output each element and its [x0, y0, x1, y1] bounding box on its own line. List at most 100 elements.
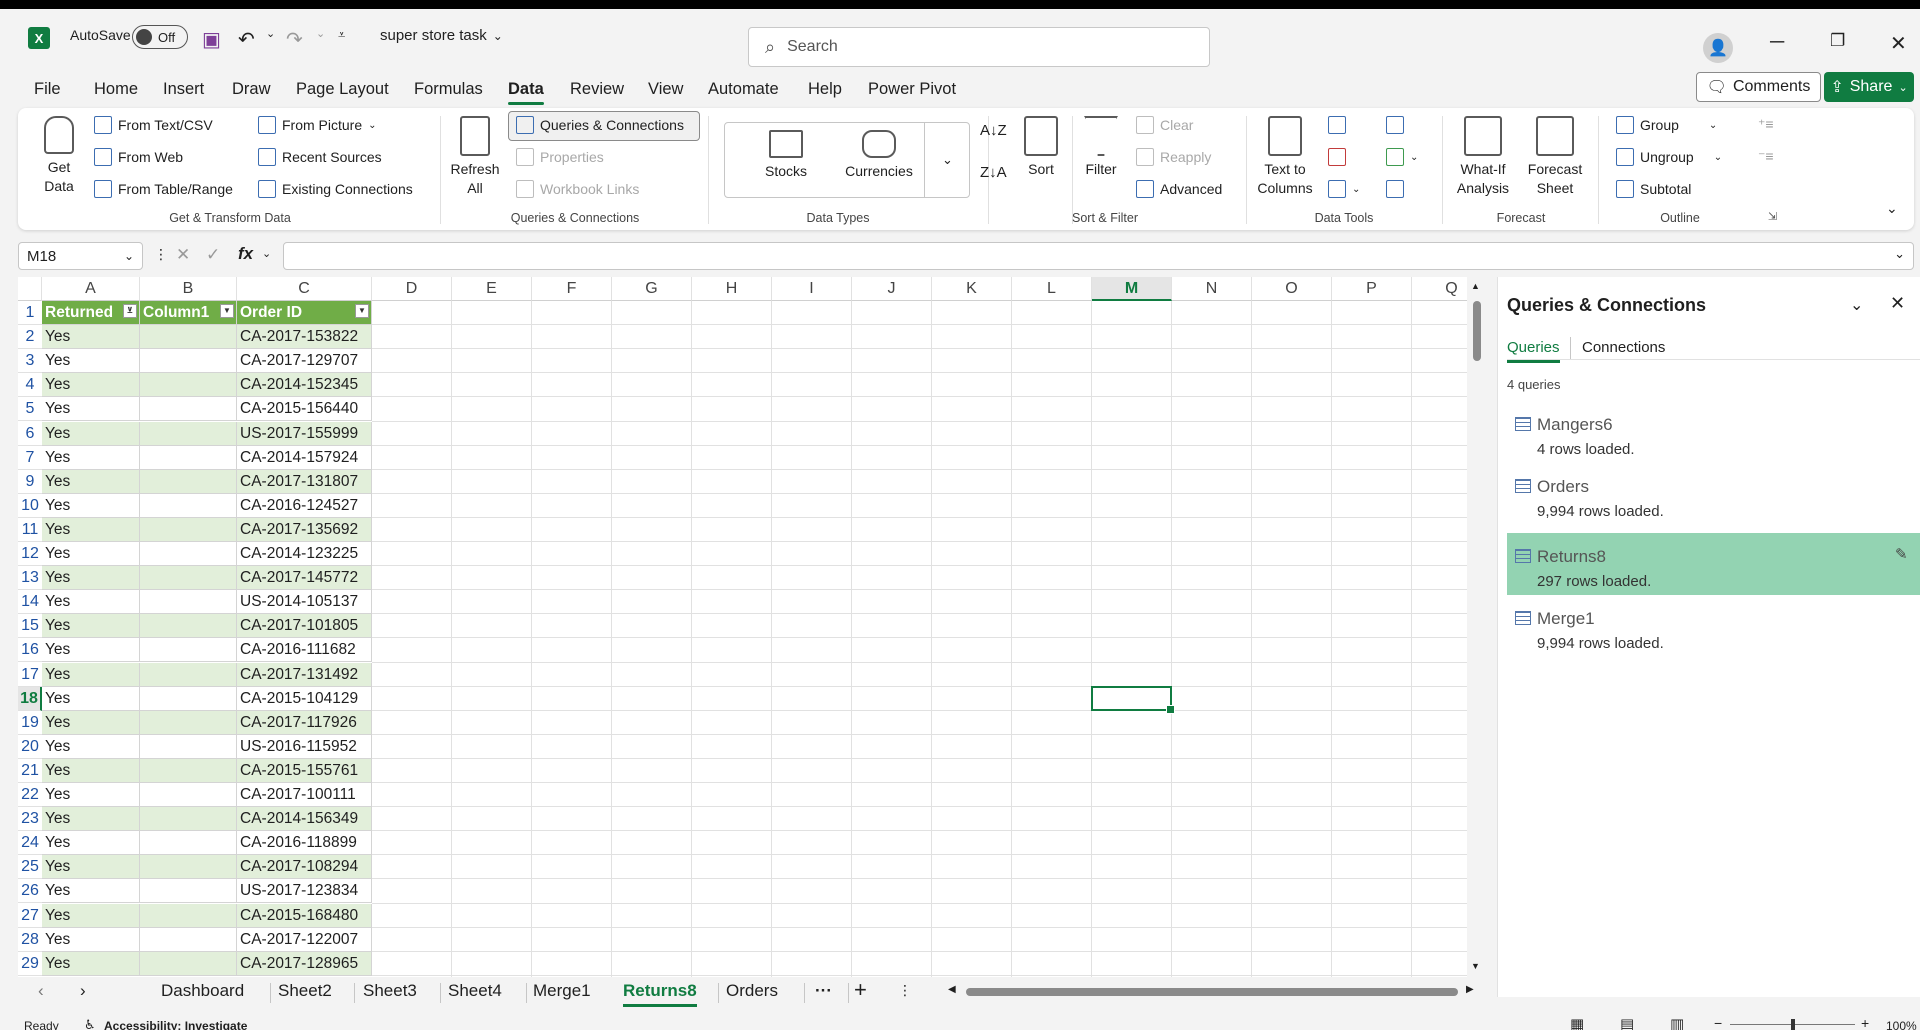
column-header-o[interactable]: O — [1252, 277, 1332, 301]
close-icon[interactable]: ✕ — [1890, 31, 1907, 56]
row-header-28[interactable]: 28 — [18, 928, 42, 952]
name-box[interactable]: M18 ⌄ — [18, 242, 143, 270]
row-header-23[interactable]: 23 — [18, 807, 42, 832]
table-cell[interactable]: CA-2016-124527 — [237, 493, 372, 518]
table-cell[interactable] — [140, 903, 237, 928]
row-header-29[interactable]: 29 — [18, 952, 42, 976]
sort-a-z-icon[interactable]: A↓Z — [980, 122, 1007, 139]
tab-view[interactable]: View — [648, 80, 683, 99]
filter-button[interactable]: Filter — [1078, 116, 1124, 179]
expand-formula-bar-icon[interactable]: ⌄ — [1894, 246, 1905, 262]
table-cell[interactable] — [140, 927, 237, 952]
row-header-21[interactable]: 21 — [18, 759, 42, 783]
normal-view-icon[interactable]: ▦ — [1570, 1015, 1584, 1030]
table-cell[interactable]: US-2017-123834 — [237, 879, 372, 904]
table-cell[interactable]: Yes — [42, 662, 140, 687]
data-validation-icon[interactable]: ⌄ — [1328, 180, 1360, 198]
table-cell[interactable]: CA-2015-168480 — [237, 903, 372, 928]
accessibility-status[interactable]: Accessibility: Investigate — [104, 1019, 247, 1030]
column-header-g[interactable]: G — [612, 277, 692, 301]
group-button[interactable]: Group ⌄ — [1616, 116, 1717, 134]
show-detail-icon[interactable]: ⁺≡ — [1758, 116, 1774, 133]
comments-button[interactable]: 🗨 Comments — [1696, 72, 1821, 102]
share-button[interactable]: ⇪ Share ⌄ — [1824, 72, 1914, 102]
tab-draw[interactable]: Draw — [232, 80, 271, 99]
search-box[interactable]: ⌕ Search — [748, 27, 1210, 67]
from-table-range-button[interactable]: From Table/Range — [94, 180, 233, 198]
cancel-icon[interactable]: ✕ — [176, 245, 190, 265]
sheet-tab-merge1[interactable]: Merge1 — [533, 981, 591, 1001]
tab-queries[interactable]: Queries — [1507, 339, 1560, 363]
column-header-m[interactable]: M — [1092, 277, 1172, 301]
tab-power-pivot[interactable]: Power Pivot — [868, 80, 956, 99]
row-header-3[interactable]: 3 — [18, 349, 42, 374]
column-header-j[interactable]: J — [852, 277, 932, 301]
user-avatar-icon[interactable]: 👤 — [1703, 33, 1733, 63]
tab-data[interactable]: Data — [508, 80, 544, 105]
filename-menu[interactable]: super store task ⌄ — [380, 27, 503, 44]
table-cell[interactable]: US-2017-155999 — [237, 421, 372, 446]
row-header-9[interactable]: 9 — [18, 470, 42, 494]
table-cell[interactable]: CA-2016-118899 — [237, 831, 372, 856]
column-header-c[interactable]: C — [237, 277, 372, 301]
table-cell[interactable]: US-2016-115952 — [237, 734, 372, 759]
tab-formulas[interactable]: Formulas — [414, 80, 483, 99]
column-header-p[interactable]: P — [1332, 277, 1412, 301]
tab-help[interactable]: Help — [808, 80, 842, 99]
sheet-tab-returns8[interactable]: Returns8 — [623, 981, 697, 1007]
consolidate-icon[interactable] — [1386, 116, 1404, 134]
table-cell[interactable]: Yes — [42, 469, 140, 494]
ungroup-button[interactable]: Ungroup ⌄ — [1616, 148, 1722, 166]
table-cell[interactable]: Yes — [42, 807, 140, 832]
table-cell[interactable] — [140, 951, 237, 976]
table-cell[interactable] — [140, 373, 237, 398]
zoom-slider-thumb[interactable] — [1790, 1019, 1795, 1030]
table-cell[interactable]: Yes — [42, 325, 140, 350]
sheet-tab-sheet4[interactable]: Sheet4 — [448, 981, 502, 1001]
workbook-links-button[interactable]: Workbook Links — [516, 180, 639, 198]
sheet-tab-dashboard[interactable]: Dashboard — [161, 981, 244, 1001]
table-cell[interactable] — [140, 590, 237, 615]
scroll-left-icon[interactable]: ◀ — [948, 984, 956, 995]
query-item-returns8[interactable]: Returns8 297 rows loaded. ✎ — [1507, 533, 1920, 595]
table-cell[interactable] — [140, 638, 237, 663]
zoom-in-icon[interactable]: + — [1861, 1015, 1869, 1030]
sheet-tab-sheet2[interactable]: Sheet2 — [278, 981, 332, 1001]
tab-automate[interactable]: Automate — [708, 80, 779, 99]
pane-options-chevron-icon[interactable]: ⌄ — [1850, 295, 1863, 315]
table-cell[interactable]: CA-2017-129707 — [237, 349, 372, 374]
column-header-d[interactable]: D — [372, 277, 452, 301]
reapply-button[interactable]: Reapply — [1136, 148, 1211, 166]
table-cell[interactable]: CA-2017-153822 — [237, 325, 372, 350]
table-header-cell[interactable]: Returned ⊻ — [42, 301, 140, 326]
table-cell[interactable]: Yes — [42, 855, 140, 880]
table-cell[interactable] — [140, 493, 237, 518]
filter-dropdown-icon[interactable]: ▼ — [220, 304, 234, 318]
undo-icon[interactable]: ↶ — [238, 27, 255, 52]
table-cell[interactable]: CA-2014-157924 — [237, 445, 372, 470]
page-layout-view-icon[interactable]: ▤ — [1620, 1015, 1634, 1030]
table-cell[interactable] — [140, 710, 237, 735]
get-data-button[interactable]: Get Data — [36, 116, 82, 196]
column-header-b[interactable]: B — [140, 277, 237, 301]
row-header-16[interactable]: 16 — [18, 638, 42, 663]
row-header-22[interactable]: 22 — [18, 783, 42, 808]
column-header-l[interactable]: L — [1012, 277, 1092, 301]
table-cell[interactable]: Yes — [42, 421, 140, 446]
table-cell[interactable] — [140, 807, 237, 832]
table-cell[interactable] — [140, 421, 237, 446]
subtotal-button[interactable]: Subtotal — [1616, 180, 1691, 198]
refresh-all-button[interactable]: Refresh All — [450, 116, 500, 198]
table-cell[interactable] — [140, 469, 237, 494]
manage-data-model-icon[interactable] — [1386, 180, 1404, 198]
row-header-5[interactable]: 5 — [18, 397, 42, 422]
row-header-18[interactable]: 18 — [18, 686, 42, 711]
row-header-7[interactable]: 7 — [18, 446, 42, 470]
table-cell[interactable] — [140, 758, 237, 783]
table-cell[interactable]: CA-2017-145772 — [237, 566, 372, 591]
chevron-down-icon[interactable]: ⌄ — [262, 247, 271, 260]
table-cell[interactable]: CA-2014-152345 — [237, 373, 372, 398]
next-sheet-icon[interactable]: › — [80, 981, 86, 1001]
table-cell[interactable]: Yes — [42, 517, 140, 542]
table-cell[interactable]: Yes — [42, 927, 140, 952]
